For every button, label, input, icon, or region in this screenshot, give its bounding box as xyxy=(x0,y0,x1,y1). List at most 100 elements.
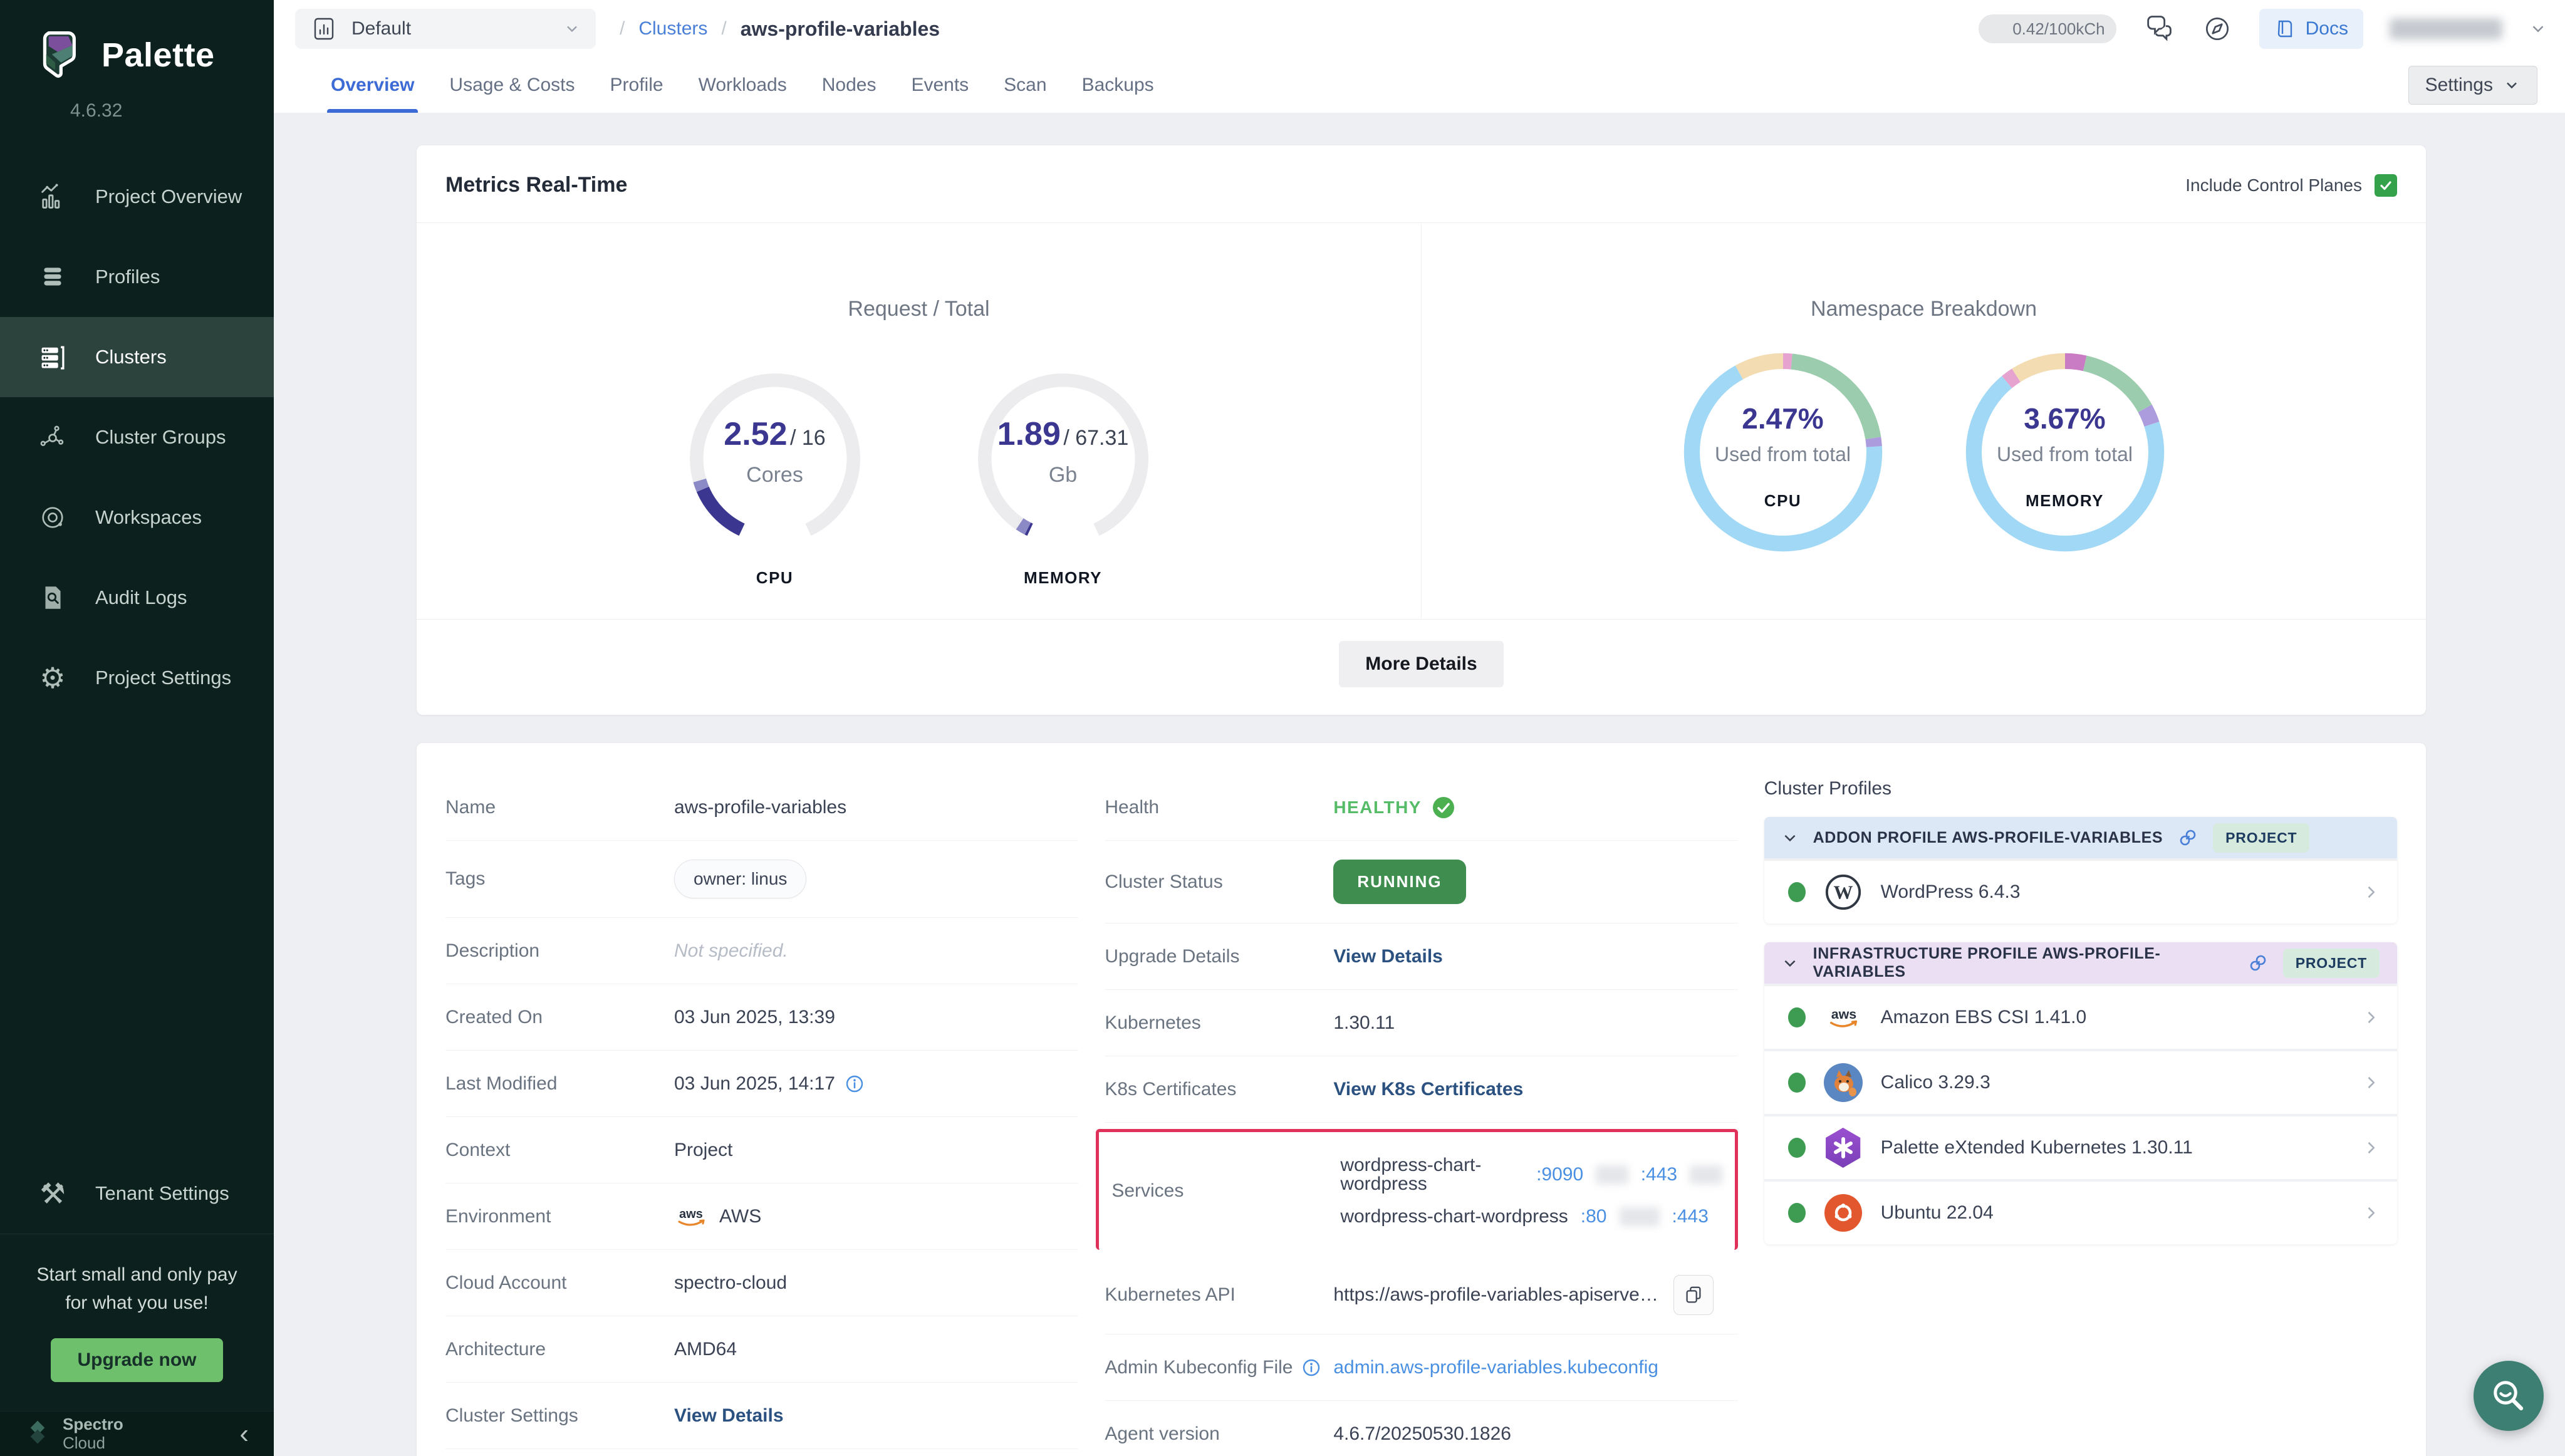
namespace-breakdown-section: Namespace Breakdown 2.47% Used from tota… xyxy=(1422,223,2426,619)
upgrade-promo: Start small and only pay for what you us… xyxy=(0,1234,274,1411)
collapse-sidebar-icon[interactable]: ‹ xyxy=(233,1418,255,1450)
sidebar-item-label: Workspaces xyxy=(95,506,202,529)
tab-scan[interactable]: Scan xyxy=(986,58,1064,113)
sidebar-item-cluster-groups[interactable]: Cluster Groups xyxy=(0,397,274,477)
sidebar-item-label: Tenant Settings xyxy=(95,1182,229,1205)
addon-profile-header[interactable]: ADDON PROFILE AWS-PROFILE-VARIABLES PROJ… xyxy=(1764,817,2397,858)
sidebar-item-clusters[interactable]: Clusters xyxy=(0,317,274,397)
feedback-chat-button[interactable] xyxy=(2143,13,2175,45)
cpu-gauge-label: CPU xyxy=(756,568,793,588)
detail-row-cluster-status: Cluster Status RUNNING xyxy=(1105,841,1737,923)
memory-unit: Gb xyxy=(966,463,1160,487)
tab-overview[interactable]: Overview xyxy=(313,58,432,113)
project-selector-value: Default xyxy=(351,18,549,39)
profile-item-amazon-ebs-csi[interactable]: aws Amazon EBS CSI 1.41.0 xyxy=(1764,986,2397,1049)
breadcrumb-separator: / xyxy=(721,18,726,39)
sidebar-item-label: Project Overview xyxy=(95,185,242,208)
tab-backups[interactable]: Backups xyxy=(1064,58,1172,113)
memory-request-value: 1.89 xyxy=(997,416,1061,452)
more-details-button[interactable]: More Details xyxy=(1339,641,1503,687)
user-menu[interactable] xyxy=(2390,18,2502,39)
tab-profile[interactable]: Profile xyxy=(593,58,681,113)
sidebar-item-workspaces[interactable]: Workspaces xyxy=(0,477,274,558)
cluster-details-card: Name aws-profile-variables Tags owner: l… xyxy=(417,743,2426,1456)
brand-block: Palette 4.6.32 xyxy=(0,0,274,122)
cpu-request-value: 2.52 xyxy=(724,416,787,452)
compass-explore-button[interactable] xyxy=(2202,13,2233,44)
detail-row-last-modified: Last Modified 03 Jun 2025, 14:17 xyxy=(445,1051,1078,1117)
kubeconfig-download-link[interactable]: admin.aws-profile-variables.kubeconfig xyxy=(1333,1357,1658,1378)
profile-item-wordpress[interactable]: W WordPress 6.4.3 xyxy=(1764,861,2397,923)
cpu-namespace-donut: 2.47% Used from total CPU xyxy=(1680,349,1886,556)
infrastructure-profile-header[interactable]: INFRASTRUCTURE PROFILE AWS-PROFILE-VARIA… xyxy=(1764,942,2397,984)
chevron-down-icon[interactable] xyxy=(2529,19,2547,38)
profile-item-palette-extended-kubernetes[interactable]: Palette eXtended Kubernetes 1.30.11 xyxy=(1764,1116,2397,1179)
metrics-card: Metrics Real-Time Include Control Planes… xyxy=(417,145,2426,715)
svg-text:aws: aws xyxy=(1831,1007,1856,1022)
tab-usage-costs[interactable]: Usage & Costs xyxy=(432,58,592,113)
service-port-link[interactable]: :80 xyxy=(1581,1207,1607,1226)
profile-item-ubuntu[interactable]: Ubuntu 22.04 xyxy=(1764,1182,2397,1244)
detail-row-description: Description Not specified. xyxy=(445,918,1078,984)
project-selector[interactable]: Default xyxy=(295,9,596,49)
info-icon[interactable] xyxy=(845,1074,864,1093)
sidebar-item-project-settings[interactable]: ⚙ Project Settings xyxy=(0,638,274,718)
topbar: Default / Clusters / aws-profile-variabl… xyxy=(274,0,2565,58)
settings-dropdown-button[interactable]: Settings xyxy=(2408,66,2537,105)
upgrade-view-details-link[interactable]: View Details xyxy=(1333,946,1443,967)
cpu-total-value: 16 xyxy=(802,426,826,450)
help-search-fab[interactable] xyxy=(2474,1361,2544,1431)
detail-row-name: Name aws-profile-variables xyxy=(445,774,1078,841)
tools-icon: ⚒ xyxy=(36,1179,69,1208)
breadcrumb-current: aws-profile-variables xyxy=(741,18,940,41)
sidebar-item-project-overview[interactable]: Project Overview xyxy=(0,157,274,237)
infrastructure-profile-group: INFRASTRUCTURE PROFILE AWS-PROFILE-VARIA… xyxy=(1764,942,2397,1244)
namespace-breakdown-title: Namespace Breakdown xyxy=(1811,297,2037,321)
detail-row-cloud-account: Cloud Account spectro-cloud xyxy=(445,1250,1078,1316)
chevron-down-icon xyxy=(563,20,581,38)
cluster-profiles-title: Cluster Profiles xyxy=(1764,778,2397,799)
include-control-planes-toggle[interactable]: Include Control Planes xyxy=(2185,174,2397,197)
status-dot-green xyxy=(1788,1007,1806,1027)
book-icon xyxy=(2274,18,2297,40)
upgrade-now-button[interactable]: Upgrade now xyxy=(51,1338,222,1382)
spectro-cloud-wordmark: Spectro Cloud xyxy=(63,1415,233,1453)
service-port-link[interactable]: :9090 xyxy=(1536,1165,1583,1184)
sidebar-footer: Spectro Cloud ‹ xyxy=(0,1411,274,1456)
svg-text:aws: aws xyxy=(679,1207,703,1221)
breadcrumb-clusters-link[interactable]: Clusters xyxy=(638,18,707,39)
cluster-settings-view-details-link[interactable]: View Details xyxy=(674,1405,784,1427)
chevron-right-icon xyxy=(2362,1204,2380,1222)
sidebar-item-label: Cluster Groups xyxy=(95,426,226,449)
project-scope-badge: PROJECT xyxy=(2213,823,2309,853)
profile-item-calico[interactable]: Calico 3.29.3 xyxy=(1764,1051,2397,1114)
service-port-link[interactable]: :443 xyxy=(1641,1165,1677,1184)
chevron-down-icon xyxy=(1782,829,1798,846)
cpu-unit: Cores xyxy=(678,463,872,487)
sidebar-item-profiles[interactable]: Profiles xyxy=(0,237,274,317)
service-port-link[interactable]: :443 xyxy=(1672,1207,1709,1226)
tab-workloads[interactable]: Workloads xyxy=(681,58,804,113)
request-total-title: Request / Total xyxy=(848,297,989,321)
detail-row-architecture: Architecture AMD64 xyxy=(445,1316,1078,1383)
tab-nodes[interactable]: Nodes xyxy=(804,58,894,113)
checkbox-checked-icon[interactable] xyxy=(2375,174,2397,197)
detail-row-context: Context Project xyxy=(445,1117,1078,1183)
network-nodes-icon xyxy=(36,422,69,452)
addon-profile-group: ADDON PROFILE AWS-PROFILE-VARIABLES PROJ… xyxy=(1764,817,2397,923)
detail-row-upgrade-details: Upgrade Details View Details xyxy=(1105,923,1737,990)
wordpress-logo: W xyxy=(1823,872,1863,912)
sidebar-item-audit-logs[interactable]: Audit Logs xyxy=(0,558,274,638)
view-k8s-certificates-link[interactable]: View K8s Certificates xyxy=(1333,1079,1523,1100)
layers-icon xyxy=(36,263,69,291)
info-icon[interactable] xyxy=(1302,1358,1321,1377)
service-name: wordpress-chart-wordpress xyxy=(1340,1156,1524,1193)
docs-button[interactable]: Docs xyxy=(2259,9,2363,49)
sidebar-item-label: Project Settings xyxy=(95,667,231,689)
promo-line1: Start small and only pay xyxy=(16,1261,258,1289)
detail-row-created-on: Created On 03 Jun 2025, 13:39 xyxy=(445,984,1078,1051)
sidebar-item-tenant-settings[interactable]: ⚒ Tenant Settings xyxy=(0,1153,274,1234)
copy-icon[interactable] xyxy=(1673,1275,1714,1315)
chevron-right-icon xyxy=(2362,1074,2380,1091)
tab-events[interactable]: Events xyxy=(893,58,986,113)
